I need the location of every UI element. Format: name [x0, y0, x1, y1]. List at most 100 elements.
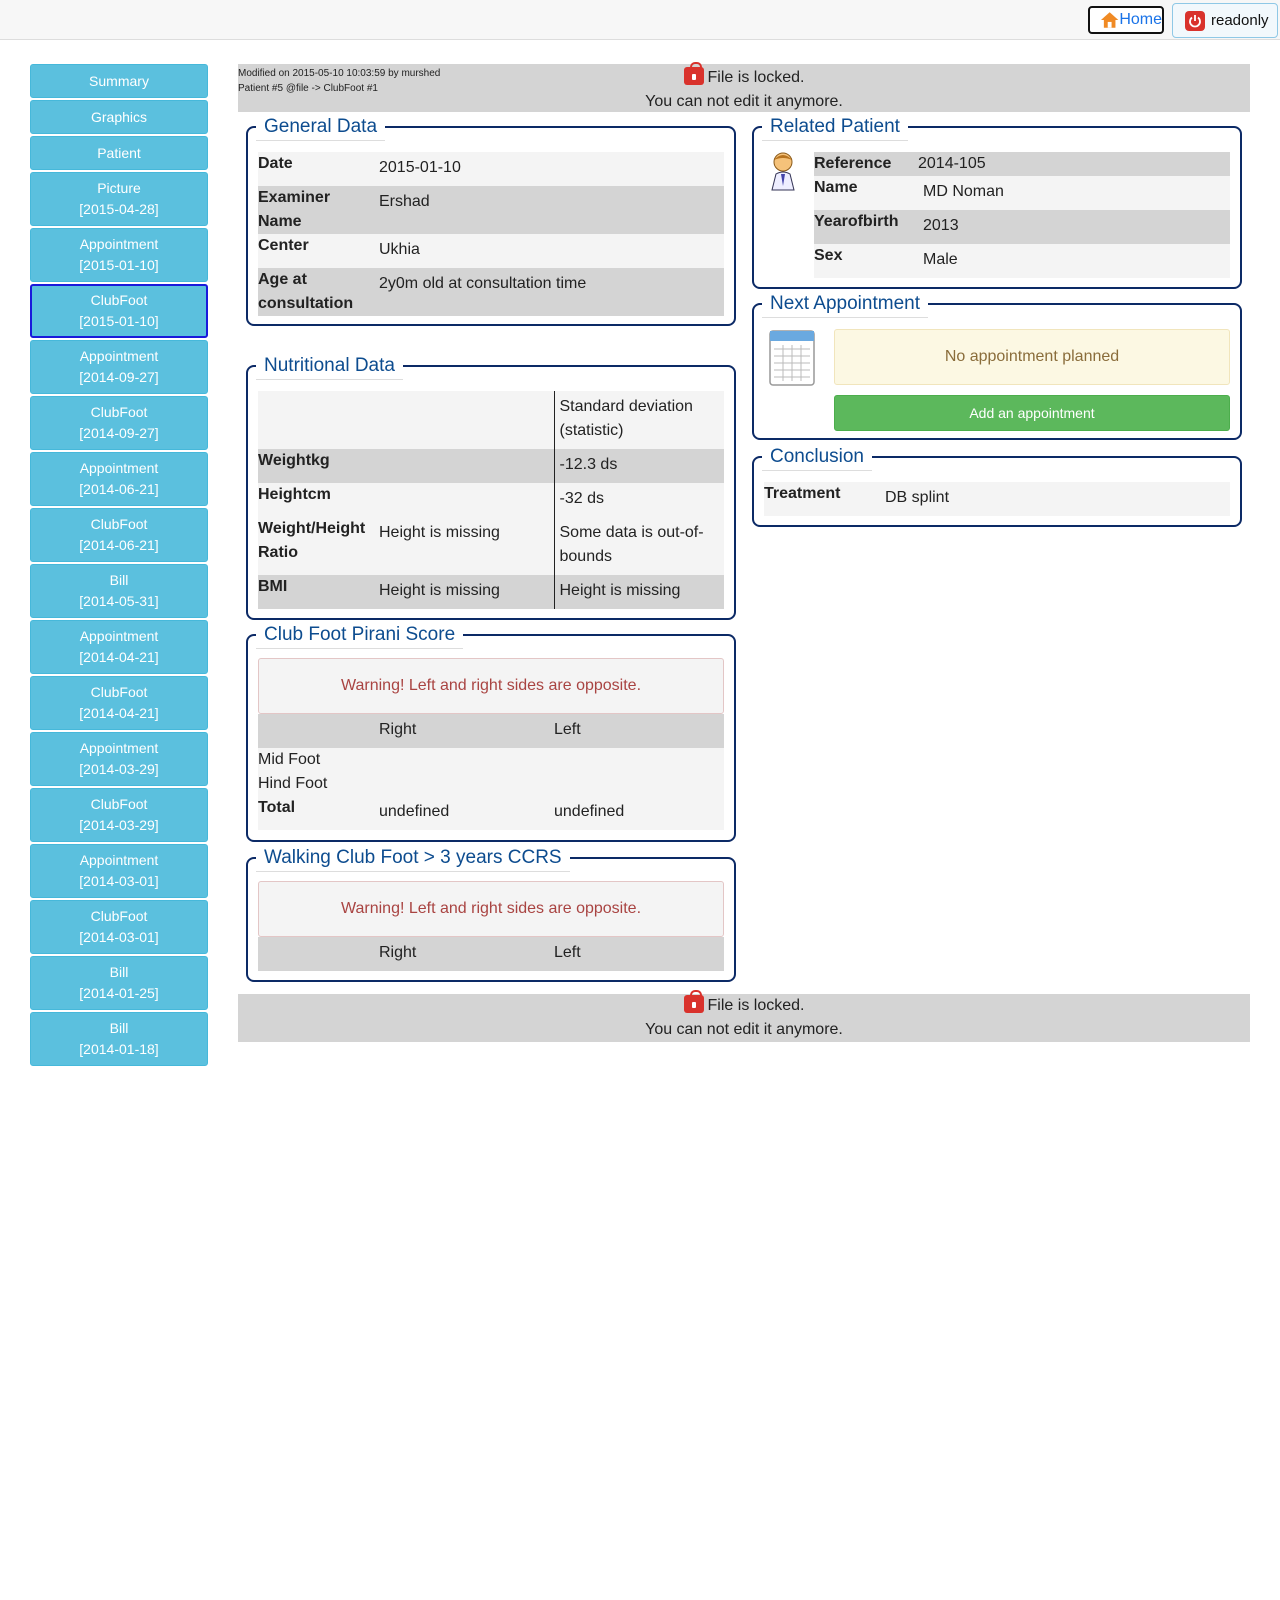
walking-clubfoot-title: Walking Club Foot > 3 years CCRS: [256, 845, 570, 872]
lock-icon: [683, 990, 704, 1013]
weight-row: Weightkg -12.3 ds: [258, 449, 724, 483]
hind-foot-row: Hind Foot: [258, 772, 724, 796]
related-patient-panel: Related Patient Reference 2014-105 Name …: [752, 114, 1242, 289]
center-row: Center Ukhia: [258, 234, 724, 268]
sidebar-item-label: Bill: [109, 964, 129, 980]
no-appointment-alert: No appointment planned: [834, 329, 1230, 385]
wh-sd-2: bounds: [559, 548, 613, 565]
sidebar: Summary Graphics Patient Picture [2015-04…: [30, 64, 208, 1068]
sidebar-item-patient[interactable]: Patient: [30, 136, 208, 170]
wh-sd: Some data is out-of-: [559, 524, 704, 541]
sidebar-item-label: Appointment: [79, 460, 159, 476]
sidebar-item-date: [2014-04-21]: [79, 705, 159, 721]
sidebar-item-appointment[interactable]: Appointment [2014-06-21]: [30, 452, 208, 506]
sidebar-item-graphics[interactable]: Graphics: [30, 100, 208, 134]
total-left: undefined: [554, 803, 625, 820]
sidebar-item-date: [2014-01-25]: [79, 985, 159, 1001]
sidebar-item-date: [2014-05-31]: [79, 593, 159, 609]
add-appointment-button[interactable]: Add an appointment: [834, 395, 1230, 431]
wh-value: Height is missing: [379, 524, 500, 541]
sex-row: Sex Male: [814, 244, 1230, 278]
sidebar-item-label: Appointment: [79, 348, 159, 364]
calendar-icon: [769, 330, 815, 386]
sidebar-item-date: [2014-06-21]: [79, 481, 159, 497]
general-data-panel: General Data Date 2015-01-10 Examiner Nam…: [246, 114, 736, 326]
sidebar-item-label: Appointment: [79, 236, 159, 252]
sidebar-item-clubfoot[interactable]: ClubFoot [2014-03-29]: [30, 788, 208, 842]
walking-clubfoot-panel: Walking Club Foot > 3 years CCRS Warning…: [246, 845, 736, 982]
height-label: Heightcm: [258, 486, 331, 503]
sidebar-item-label: Picture: [97, 180, 141, 196]
sidebar-item-label: ClubFoot: [90, 404, 148, 420]
top-bar: Home readonly: [0, 0, 1280, 40]
sidebar-item-date: [2014-03-01]: [79, 929, 159, 945]
treatment-label: Treatment: [764, 485, 841, 502]
sidebar-item-date: [2015-01-10]: [79, 257, 159, 273]
pirani-warning: Warning! Left and right sides are opposi…: [258, 658, 724, 714]
height-sd: -32 ds: [553, 483, 724, 517]
sidebar-item-label: Bill: [109, 1020, 129, 1036]
sidebar-item-label: Patient: [97, 144, 141, 161]
sidebar-item-appointment[interactable]: Appointment [2015-01-10]: [30, 228, 208, 282]
sidebar-item-clubfoot[interactable]: ClubFoot [2014-06-21]: [30, 508, 208, 562]
lock-message: File is locked.: [707, 69, 805, 86]
sidebar-item-label: Summary: [89, 72, 149, 89]
weight-sd: -12.3 ds: [553, 449, 724, 483]
center-label: Center: [258, 237, 309, 254]
wh-label-2: Ratio: [258, 544, 298, 561]
weight-label: Weightkg: [258, 452, 330, 469]
sidebar-item-bill[interactable]: Bill [2014-05-31]: [30, 564, 208, 618]
walking-left-header: Left: [554, 944, 581, 961]
lock-message: File is locked.: [707, 997, 805, 1014]
sidebar-item-appointment[interactable]: Appointment [2014-04-21]: [30, 620, 208, 674]
age-label: Age at: [258, 271, 307, 288]
date-row: Date 2015-01-10: [258, 152, 724, 186]
sidebar-item-label: Appointment: [79, 628, 159, 644]
weight-height-row: Weight/Height Ratio Height is missing Som…: [258, 517, 724, 575]
patient-ref-text: Patient #5 @file -> ClubFoot #1: [238, 83, 378, 94]
name-label: Name: [814, 179, 858, 196]
treatment-value: DB splint: [885, 489, 950, 506]
sidebar-item-date: [2014-03-01]: [79, 873, 159, 889]
sidebar-item-bill[interactable]: Bill [2014-01-25]: [30, 956, 208, 1010]
wh-label: Weight/Height: [258, 520, 366, 537]
sidebar-item-clubfoot-active[interactable]: ClubFoot [2015-01-10]: [30, 284, 208, 338]
sidebar-item-clubfoot[interactable]: ClubFoot [2014-04-21]: [30, 676, 208, 730]
sidebar-item-appointment[interactable]: Appointment [2014-03-29]: [30, 732, 208, 786]
sidebar-item-bill[interactable]: Bill [2014-01-18]: [30, 1012, 208, 1066]
reference-value: 2014-105: [918, 155, 986, 172]
modified-text: Modified on 2015-05-10 10:03:59 by mursh…: [238, 68, 441, 79]
sidebar-item-summary[interactable]: Summary: [30, 64, 208, 98]
pirani-score-panel: Club Foot Pirani Score Warning! Left and…: [246, 622, 736, 842]
sidebar-item-picture[interactable]: Picture [2015-04-28]: [30, 172, 208, 226]
bmi-label: BMI: [258, 578, 288, 595]
sidebar-item-date: [2015-04-28]: [79, 201, 159, 217]
nutritional-data-panel: Nutritional Data Standard deviation (stat…: [246, 353, 736, 620]
sidebar-item-appointment[interactable]: Appointment [2014-03-01]: [30, 844, 208, 898]
sidebar-item-date: [2014-09-27]: [79, 425, 159, 441]
age-value: 2y0m old at consultation time: [379, 275, 587, 292]
conclusion-panel: Conclusion Treatment DB splint: [752, 444, 1242, 527]
readonly-label: readonly: [1211, 12, 1269, 29]
home-label: Home: [1119, 11, 1162, 28]
mid-foot-label: Mid Foot: [258, 751, 321, 768]
sidebar-item-date: [2014-06-21]: [79, 537, 159, 553]
age-label-2: consultation: [258, 295, 354, 312]
related-patient-title: Related Patient: [762, 114, 908, 141]
sidebar-item-label: ClubFoot: [90, 292, 148, 308]
walking-warning: Warning! Left and right sides are opposi…: [258, 881, 724, 937]
sidebar-item-clubfoot[interactable]: ClubFoot [2014-09-27]: [30, 396, 208, 450]
pirani-left-header: Left: [554, 721, 581, 738]
next-appointment-title: Next Appointment: [762, 291, 928, 318]
yearofbirth-row: Yearofbirth 2013: [814, 210, 1230, 244]
name-row: Name MD Noman: [814, 176, 1230, 210]
home-button[interactable]: Home: [1088, 6, 1164, 34]
sidebar-item-appointment[interactable]: Appointment [2014-09-27]: [30, 340, 208, 394]
sidebar-item-date: [2014-03-29]: [79, 817, 159, 833]
sidebar-item-clubfoot[interactable]: ClubFoot [2014-03-01]: [30, 900, 208, 954]
readonly-button[interactable]: readonly: [1172, 3, 1278, 38]
sex-label: Sex: [814, 247, 843, 264]
pirani-right-header: Right: [379, 721, 417, 738]
sidebar-item-label: ClubFoot: [90, 796, 148, 812]
examiner-label: Examiner: [258, 189, 331, 206]
